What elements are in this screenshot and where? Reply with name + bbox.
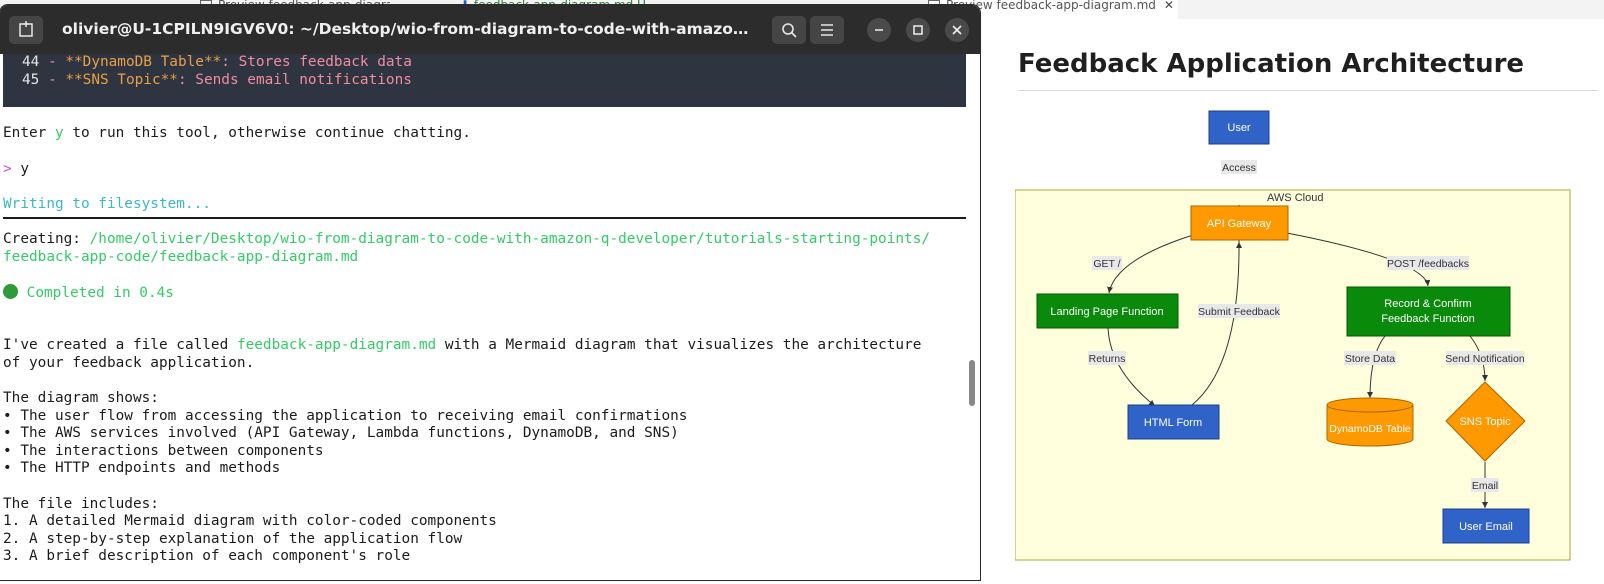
node-api-gateway: API Gateway — [1190, 205, 1289, 241]
svg-text:User: User — [1227, 122, 1251, 134]
svg-text:Feedback Function: Feedback Function — [1381, 313, 1475, 325]
edge-label-post: POST /feedbacks — [1387, 256, 1469, 270]
search-icon — [782, 23, 797, 38]
edge-label-email: Email — [1471, 478, 1499, 492]
list-item: • The AWS services involved (API Gateway… — [3, 425, 679, 441]
response-paragraph: I've created a file called feedback-app-… — [3, 337, 922, 353]
svg-text:Record & Confirm: Record & Confirm — [1384, 298, 1471, 310]
list-item: 1. A detailed Mermaid diagram with color… — [3, 513, 497, 529]
new-tab-button[interactable] — [9, 16, 43, 44]
user-input-line: > y — [3, 161, 30, 177]
svg-text:Access: Access — [1222, 162, 1256, 174]
node-html-form: HTML Form — [1127, 404, 1220, 440]
edge-label-access: Access — [1221, 160, 1257, 174]
minimize-button[interactable] — [867, 18, 891, 42]
svg-text:GET /: GET / — [1093, 258, 1120, 270]
page-title: Feedback Application Architecture — [1018, 49, 1525, 79]
list-item: 3. A brief description of each component… — [3, 548, 411, 564]
includes-heading: The file includes: — [3, 496, 159, 512]
terminal-scrollbar[interactable] — [969, 360, 975, 406]
writing-status: Writing to filesystem... — [3, 196, 211, 212]
svg-text:HTML Form: HTML Form — [1144, 417, 1202, 429]
separator-line — [3, 217, 966, 219]
node-landing-page-function: Landing Page Function — [1036, 293, 1179, 329]
svg-text:Send Notification: Send Notification — [1445, 353, 1525, 365]
node-user-email: User Email — [1442, 508, 1530, 544]
run-tool-prompt: Enter y to run this tool, otherwise cont… — [3, 125, 471, 141]
new-tab-icon — [19, 21, 33, 37]
creating-path-continued: feedback-app-code/feedback-app-diagram.m… — [3, 249, 359, 265]
svg-text:Submit Feedback: Submit Feedback — [1198, 306, 1280, 318]
creating-line: Creating: /home/olivier/Desktop/wio-from… — [3, 231, 931, 247]
aws-cloud-label: AWS Cloud — [1267, 192, 1323, 204]
svg-text:Email: Email — [1472, 480, 1498, 492]
code-line-45: 45 - **SNS Topic**: Sends email notifica… — [22, 72, 412, 88]
title-divider — [1018, 90, 1598, 91]
svg-text:Store Data: Store Data — [1345, 353, 1395, 365]
terminal-window: olivier@U-1CPILN9IGV6V0: ~/Desktop/wio-f… — [0, 5, 980, 580]
svg-text:SNS Topic: SNS Topic — [1459, 416, 1511, 428]
close-icon — [952, 25, 962, 35]
list-item: • The HTTP endpoints and methods — [3, 460, 281, 476]
node-record-confirm-function: Record & Confirm Feedback Function — [1346, 286, 1511, 337]
green-circle-icon — [3, 284, 18, 299]
svg-text:POST /feedbacks: POST /feedbacks — [1387, 258, 1469, 270]
code-preview-block: 44 - **DynamoDB Table**: Stores feedback… — [3, 54, 966, 107]
node-dynamodb-table: DynamoDB Table — [1326, 397, 1414, 447]
shows-heading: The diagram shows: — [3, 390, 159, 406]
aws-cloud-group — [1014, 189, 1571, 561]
close-button[interactable] — [945, 18, 969, 42]
menu-button[interactable] — [810, 16, 844, 44]
terminal-titlebar: olivier@U-1CPILN9IGV6V0: ~/Desktop/wio-f… — [0, 5, 980, 54]
svg-text:API Gateway: API Gateway — [1207, 218, 1272, 230]
terminal-title: olivier@U-1CPILN9IGV6V0: ~/Desktop/wio-f… — [62, 20, 752, 38]
edge-label-returns: Returns — [1088, 351, 1126, 365]
svg-text:DynamoDB Table: DynamoDB Table — [1329, 423, 1411, 435]
hamburger-menu-icon — [821, 24, 833, 36]
svg-text:User Email: User Email — [1459, 521, 1513, 533]
maximize-icon — [913, 25, 923, 35]
edge-label-store: Store Data — [1344, 351, 1396, 365]
completed-line: Completed in 0.4s — [3, 284, 174, 301]
code-line-44: 44 - **DynamoDB Table**: Stores feedback… — [22, 54, 412, 70]
list-item: • The user flow from accessing the appli… — [3, 408, 688, 424]
list-item: • The interactions between components — [3, 443, 324, 459]
search-button[interactable] — [772, 16, 806, 44]
edge-label-get: GET / — [1092, 256, 1122, 270]
architecture-diagram: AWS Cloud Access GET / POST /feedbacks R… — [1014, 100, 1595, 580]
minimize-icon — [875, 29, 883, 31]
edge-label-notify: Send Notification — [1445, 351, 1525, 365]
terminal-output[interactable]: 44 - **DynamoDB Table**: Stores feedback… — [0, 54, 980, 580]
maximize-button[interactable] — [906, 18, 930, 42]
close-icon[interactable]: ✕ — [1164, 0, 1174, 12]
node-user: User — [1208, 110, 1270, 145]
edge-label-submit: Submit Feedback — [1198, 304, 1281, 318]
list-item: 2. A step-by-step explanation of the app… — [3, 531, 463, 547]
svg-text:Returns: Returns — [1089, 353, 1126, 365]
svg-text:Landing Page Function: Landing Page Function — [1050, 306, 1163, 318]
response-paragraph-line2: of your feedback application. — [3, 355, 255, 371]
